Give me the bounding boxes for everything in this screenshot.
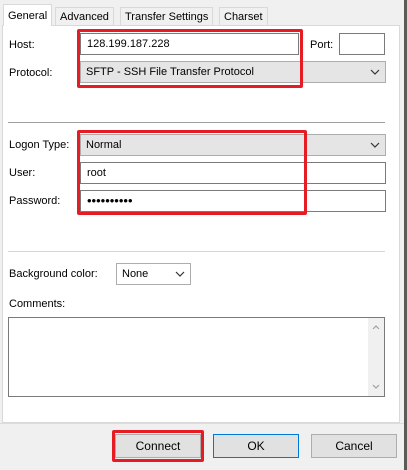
user-label: User: [9,167,36,179]
scroll-up-icon[interactable] [370,321,382,333]
tab-transfer-settings[interactable]: Transfer Settings [120,7,214,25]
cancel-button-label: Cancel [335,439,373,453]
logon-type-label: Logon Type: [9,139,70,151]
comments-textarea[interactable] [8,317,385,397]
host-value: 128.199.187.228 [87,38,170,50]
host-label: Host: [9,39,35,51]
background-color-value: None [122,268,149,280]
ok-button-label: OK [247,439,265,453]
section-divider [8,122,385,123]
tab-general-label: General [8,10,48,22]
connect-button-label: Connect [135,439,181,453]
port-input[interactable] [339,33,385,55]
background-color-select[interactable]: None [116,263,191,285]
password-input[interactable]: •••••••••• [80,190,386,212]
password-label: Password: [9,195,61,207]
user-value: root [87,167,106,179]
host-input[interactable]: 128.199.187.228 [80,33,299,55]
tab-advanced-label: Advanced [60,11,109,23]
logon-type-select[interactable]: Normal [80,134,386,156]
protocol-value: SFTP - SSH File Transfer Protocol [86,66,254,78]
chevron-down-icon [370,69,380,75]
port-label: Port: [310,39,334,51]
user-input[interactable]: root [80,162,386,184]
footer-divider [0,423,404,424]
comments-label: Comments: [9,298,66,310]
section-divider [8,251,385,252]
tab-transfer-settings-label: Transfer Settings [125,11,209,23]
logon-type-value: Normal [86,139,122,151]
tab-charset-label: Charset [224,11,263,23]
protocol-select[interactable]: SFTP - SSH File Transfer Protocol [80,61,386,83]
connect-button[interactable]: Connect [115,434,201,458]
comments-scrollbar[interactable] [368,318,384,396]
chevron-down-icon [175,271,185,277]
tab-advanced[interactable]: Advanced [55,7,114,25]
tab-charset[interactable]: Charset [219,7,268,25]
protocol-label: Protocol: [9,67,53,79]
ok-button[interactable]: OK [213,434,299,458]
tab-general[interactable]: General [3,4,53,26]
background-color-label: Background color: [9,268,98,280]
chevron-down-icon [370,142,380,148]
scroll-down-icon[interactable] [370,381,382,393]
password-value: •••••••••• [87,193,133,208]
cancel-button[interactable]: Cancel [311,434,397,458]
